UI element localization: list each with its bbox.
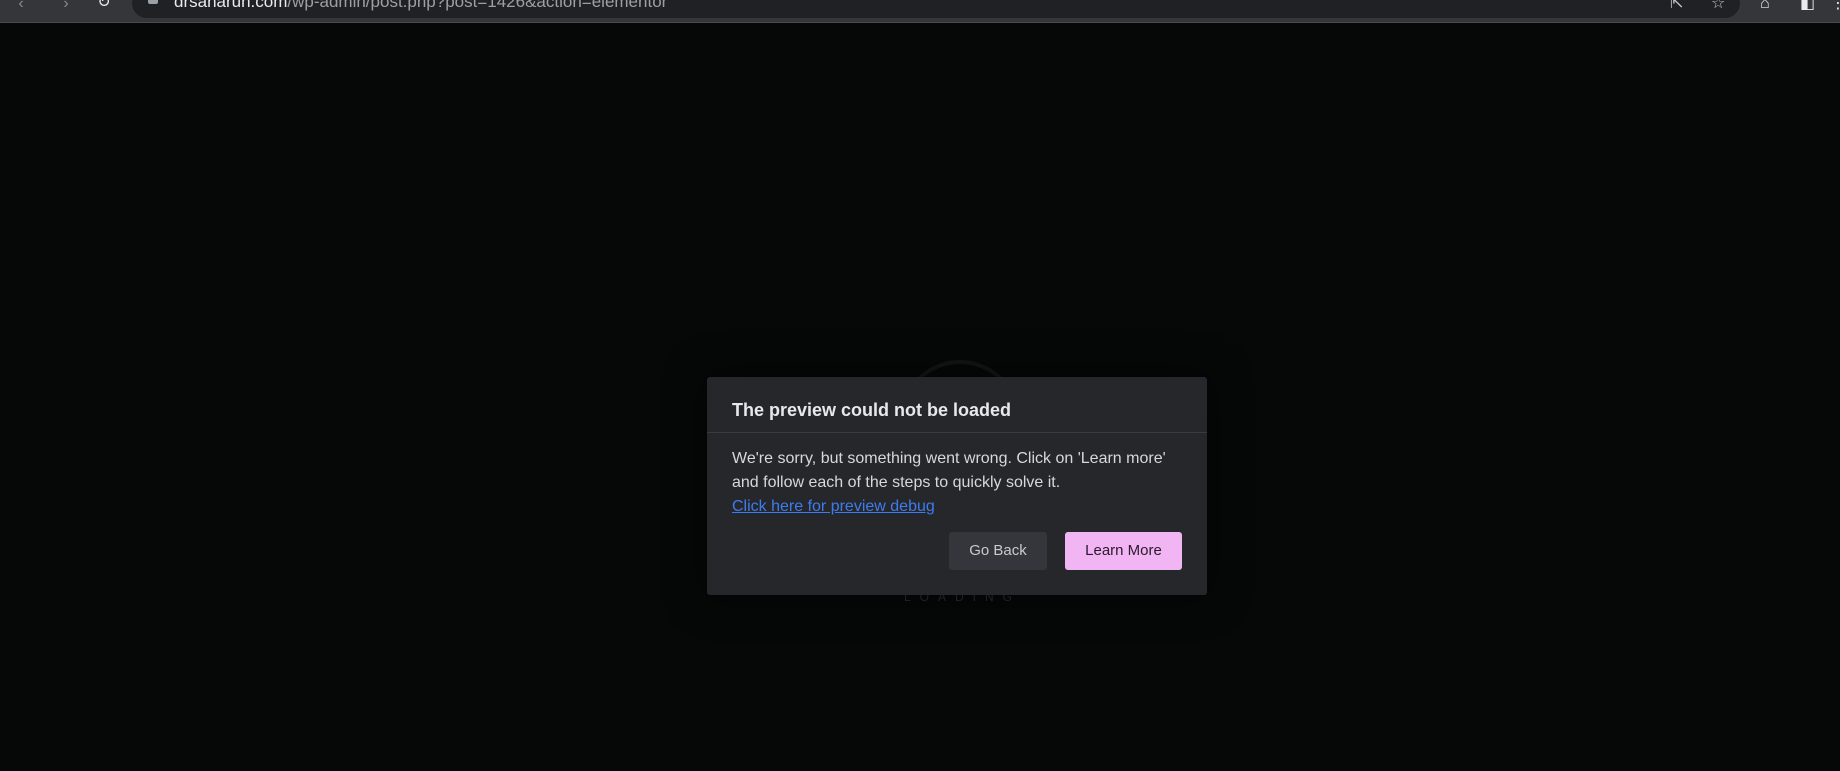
lock-icon[interactable] xyxy=(148,0,158,4)
forward-arrow-icon[interactable]: › xyxy=(55,0,77,18)
extension-icon[interactable]: ◧ xyxy=(1800,0,1815,12)
dialog-message-line-1: We're sorry, but something went wrong. C… xyxy=(732,450,1166,467)
reload-icon[interactable]: ↻ xyxy=(93,0,115,13)
preview-debug-link[interactable]: Click here for preview debug xyxy=(732,498,935,515)
browser-menu-icon[interactable]: ⋮ xyxy=(1830,0,1840,12)
share-icon[interactable]: ⇱ xyxy=(1670,0,1683,12)
back-arrow-icon[interactable]: ‹ xyxy=(10,0,32,18)
go-back-button[interactable]: Go Back xyxy=(949,532,1047,570)
url-text[interactable]: drsanaruh.com/wp-admin/post.php?post=142… xyxy=(174,0,667,11)
learn-more-button[interactable]: Learn More xyxy=(1065,532,1182,570)
url-domain: drsanaruh.com xyxy=(174,0,288,11)
star-icon[interactable]: ☆ xyxy=(1711,0,1725,12)
dialog-message-line-2: and follow each of the steps to quickly … xyxy=(732,474,1061,491)
home-icon[interactable]: ⌂ xyxy=(1760,0,1770,12)
url-path: /wp-admin/post.php?post=1426&action=elem… xyxy=(287,0,668,11)
dialog-title: The preview could not be loaded xyxy=(732,400,1012,420)
preview-error-dialog: The preview could not be loaded We're so… xyxy=(707,377,1207,595)
dialog-header: The preview could not be loaded xyxy=(707,377,1207,433)
browser-toolbar: ‹ › ↻ drsanaruh.com/wp-admin/post.php?po… xyxy=(0,0,1840,23)
dialog-message: We're sorry, but something went wrong. C… xyxy=(707,433,1207,519)
